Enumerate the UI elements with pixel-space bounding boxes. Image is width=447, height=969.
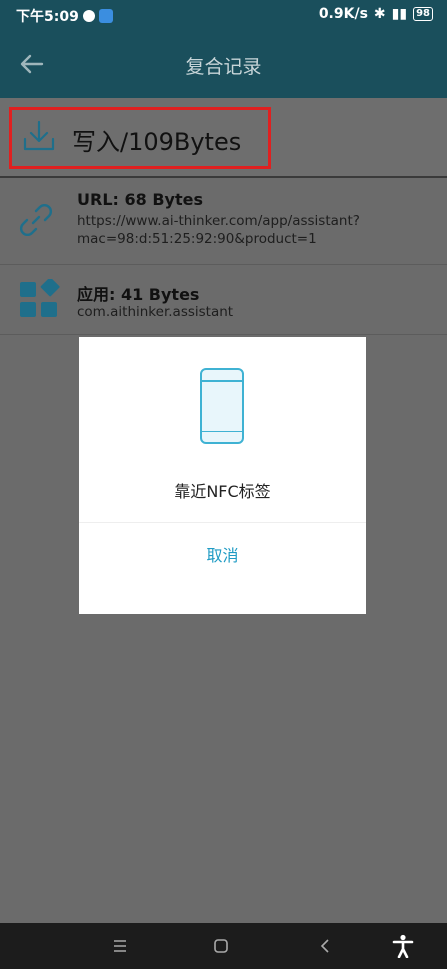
- back-icon[interactable]: [315, 936, 335, 956]
- signal-icon: ▮▮: [391, 6, 408, 22]
- menu-icon[interactable]: [110, 936, 130, 956]
- write-label: 写入/109Bytes: [72, 128, 242, 156]
- divider: [202, 380, 242, 382]
- battery-icon: 98: [413, 7, 433, 21]
- divider: [0, 334, 447, 335]
- status-bar: 下午5:09 0.9K/s ✱ ▮▮ 98: [0, 0, 447, 30]
- record-body: https://www.ai-thinker.com/app/assistant…: [77, 213, 360, 247]
- toolbar: 复合记录: [0, 30, 447, 98]
- app-notification-icon: [98, 9, 113, 23]
- record-item-url[interactable]: URL: 68 Bytes https://www.ai-thinker.com…: [0, 178, 447, 264]
- home-icon[interactable]: [211, 936, 231, 956]
- cancel-button[interactable]: 取消: [79, 523, 366, 614]
- page-title: 复合记录: [185, 56, 262, 78]
- record-title: 应用: 41 Bytes: [77, 285, 200, 304]
- phone-icon: [200, 368, 244, 444]
- record-item-app[interactable]: 应用: 41 Bytes com.aithinker.assistant: [0, 265, 447, 334]
- bluetooth-icon: ✱: [373, 6, 386, 22]
- download-icon: [23, 120, 55, 151]
- divider: [202, 430, 242, 432]
- status-icons: 0.9K/s ✱ ▮▮ 98: [319, 6, 433, 22]
- accessibility-icon[interactable]: [392, 934, 414, 958]
- network-speed: 0.9K/s: [318, 6, 368, 22]
- write-row[interactable]: 写入/109Bytes: [0, 98, 447, 176]
- dialog-message: 靠近NFC标签: [174, 482, 271, 501]
- status-time: 下午5:09: [16, 6, 113, 26]
- record-title: URL: 68 Bytes: [77, 190, 203, 209]
- navigation-bar: [0, 923, 447, 969]
- link-icon: [20, 204, 52, 236]
- record-body: com.aithinker.assistant: [77, 304, 234, 320]
- apps-icon: [20, 279, 60, 317]
- record-indicator-icon: [82, 10, 95, 22]
- nfc-dialog: 靠近NFC标签 取消: [79, 337, 366, 614]
